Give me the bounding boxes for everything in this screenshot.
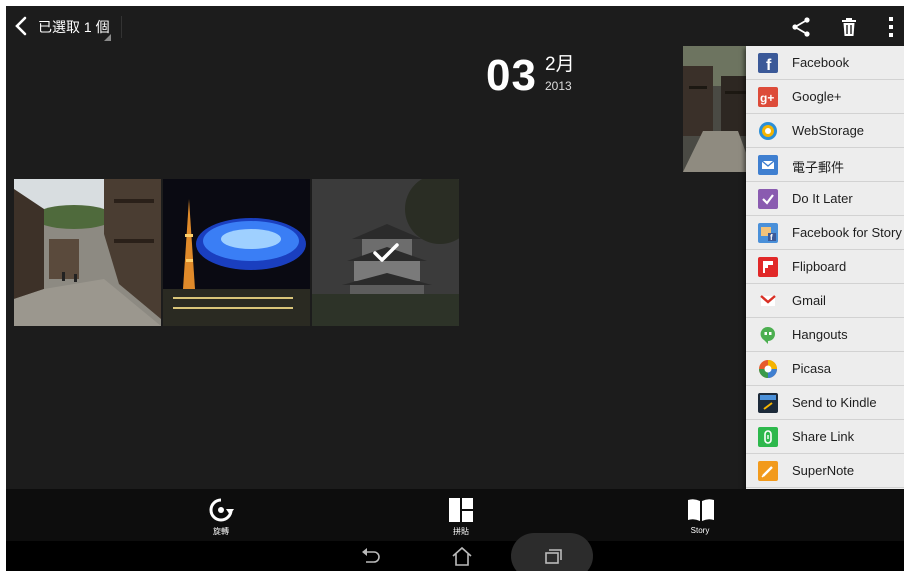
back-arrow-icon[interactable] xyxy=(10,14,34,38)
share-item-google-plus[interactable]: g+ Google+ xyxy=(746,80,904,114)
book-icon xyxy=(688,499,714,521)
system-nav-bar xyxy=(6,533,904,571)
photo-thumbnail[interactable] xyxy=(163,179,310,326)
menu-item-label: Gmail xyxy=(792,293,826,308)
webstorage-icon xyxy=(758,121,778,141)
share-item-share-link[interactable]: Share Link xyxy=(746,420,904,454)
flipboard-icon xyxy=(758,257,778,277)
share-menu: f Facebook g+ Google+ WebStorage 電子郵件 Do… xyxy=(746,46,904,534)
gallery-screen: 已選取 1 個 03 2月 2013 f Facebook g+ Google+… xyxy=(6,6,904,571)
menu-item-label: Do It Later xyxy=(792,191,853,206)
share-item-do-it-later[interactable]: Do It Later xyxy=(746,182,904,216)
share-item-supernote[interactable]: SuperNote xyxy=(746,454,904,488)
rotate-label: 旋轉 xyxy=(213,527,229,536)
share-item-hangouts[interactable]: Hangouts xyxy=(746,318,904,352)
selection-count[interactable]: 已選取 1 個 xyxy=(38,17,110,37)
menu-item-label: Flipboard xyxy=(792,259,847,274)
nav-back-icon[interactable] xyxy=(358,546,382,566)
supernote-icon xyxy=(758,461,778,481)
share-icon[interactable] xyxy=(789,15,813,39)
delete-icon[interactable] xyxy=(837,15,861,39)
date-day: 03 xyxy=(486,51,537,100)
collage-label: 拼貼 xyxy=(453,527,469,536)
date-month: 2月 xyxy=(545,54,575,75)
bottom-toolbar: 旋轉 拼貼 Story xyxy=(6,489,904,541)
share-link-icon xyxy=(758,427,778,447)
story-label: Story xyxy=(690,526,710,535)
menu-item-label: Google+ xyxy=(792,89,842,104)
kindle-icon xyxy=(758,393,778,413)
share-item-gmail[interactable]: Gmail xyxy=(746,284,904,318)
share-item-send-to-kindle[interactable]: Send to Kindle xyxy=(746,386,904,420)
collage-button[interactable]: 拼貼 xyxy=(431,489,491,541)
date-year: 2013 xyxy=(545,79,572,93)
share-item-email[interactable]: 電子郵件 xyxy=(746,148,904,182)
svg-text:f: f xyxy=(770,233,773,242)
share-item-facebook-for-story[interactable]: f Facebook for Story xyxy=(746,216,904,250)
rotate-icon xyxy=(209,498,234,522)
menu-item-label: Share Link xyxy=(792,429,855,444)
do-it-later-icon xyxy=(758,189,778,209)
photo-thumbnail[interactable] xyxy=(14,179,161,326)
nav-recent-apps-icon[interactable] xyxy=(540,546,564,566)
more-options-icon[interactable] xyxy=(884,15,898,39)
menu-item-label: 電子郵件 xyxy=(792,160,845,175)
svg-text:g+: g+ xyxy=(760,91,774,105)
picasa-icon xyxy=(758,359,778,379)
share-item-flipboard[interactable]: Flipboard xyxy=(746,250,904,284)
menu-item-label: Hangouts xyxy=(792,327,848,342)
gmail-icon xyxy=(758,291,778,311)
selected-check-icon xyxy=(373,243,399,262)
menu-item-label: Facebook xyxy=(792,55,850,70)
share-item-webstorage[interactable]: WebStorage xyxy=(746,114,904,148)
menu-item-label: Send to Kindle xyxy=(792,395,877,410)
share-item-picasa[interactable]: Picasa xyxy=(746,352,904,386)
divider xyxy=(121,16,122,38)
facebook-icon: f xyxy=(758,53,778,73)
hangouts-icon xyxy=(758,325,778,345)
photo-thumbnail[interactable] xyxy=(683,46,753,172)
menu-item-label: Picasa xyxy=(792,361,832,376)
menu-item-label: Facebook for Story xyxy=(792,225,902,240)
story-button[interactable]: Story xyxy=(670,489,730,541)
rotate-button[interactable]: 旋轉 xyxy=(191,489,251,541)
menu-item-label: WebStorage xyxy=(792,123,865,138)
action-bar: 已選取 1 個 xyxy=(6,6,904,46)
email-icon xyxy=(758,155,778,175)
share-item-facebook[interactable]: f Facebook xyxy=(746,46,904,80)
menu-item-label: SuperNote xyxy=(792,463,855,478)
collage-icon xyxy=(449,498,473,522)
facebook-for-story-icon: f xyxy=(758,223,778,243)
dropdown-indicator-icon xyxy=(104,34,111,41)
google-plus-icon: g+ xyxy=(758,87,778,107)
svg-text:f: f xyxy=(766,57,772,73)
nav-home-icon[interactable] xyxy=(450,546,474,566)
